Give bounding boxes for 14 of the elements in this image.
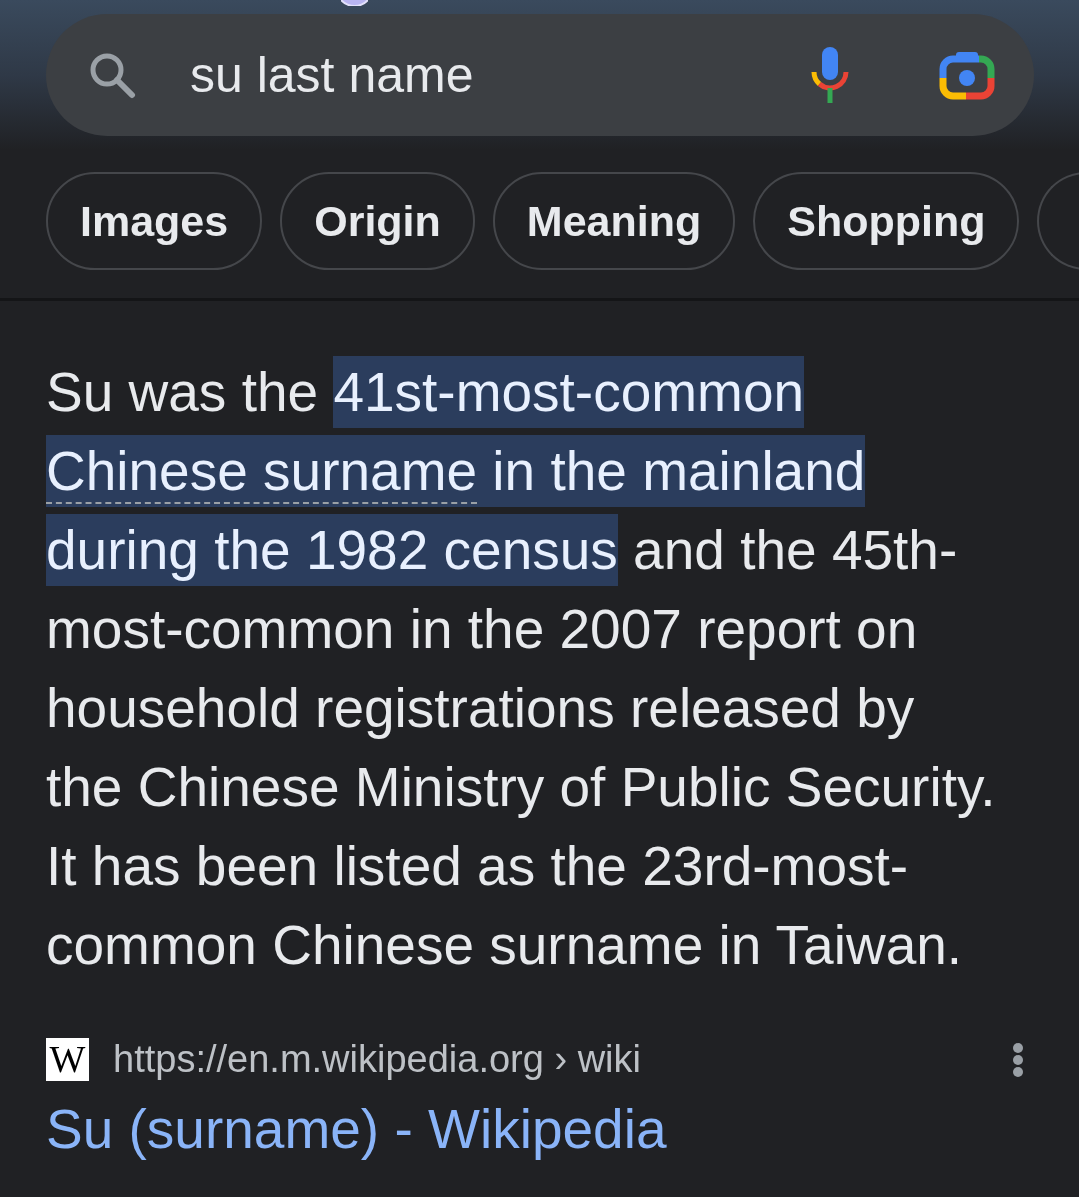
- search-input[interactable]: su last name: [190, 46, 710, 104]
- filter-chip[interactable]: Origin: [280, 172, 475, 270]
- more-options-icon[interactable]: [1012, 1042, 1024, 1077]
- source-url: https://en.m.wikipedia.org › wiki: [113, 1038, 641, 1081]
- search-icon: [88, 51, 136, 99]
- result-title-link[interactable]: Su (surname) - Wikipedia: [46, 1096, 667, 1162]
- filter-chip[interactable]: Shopping: [753, 172, 1020, 270]
- microphone-icon[interactable]: [809, 47, 851, 103]
- snippet-text: Su was the 41st-most-common Chinese surname in the mainland during the 1982 census and the 45th-most-common in the 2007 report on household registrations released by the Chinese Ministry of Public Security. It has been listed as the 23rd-most-common Chinese surname in Taiwan.: [46, 353, 1003, 985]
- site-favicon: W: [46, 1038, 89, 1081]
- camera-icon[interactable]: [939, 50, 995, 100]
- filter-chip[interactable]: Meaning: [492, 172, 736, 270]
- search-field[interactable]: su last name: [46, 14, 1034, 136]
- filter-chip[interactable]: Images: [46, 172, 263, 270]
